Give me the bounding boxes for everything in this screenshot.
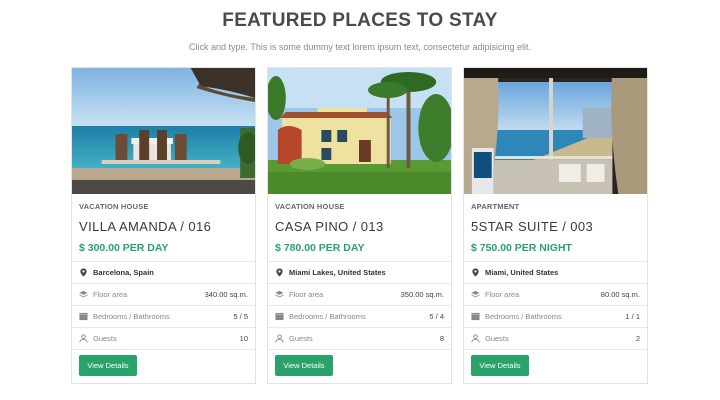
property-name[interactable]: VILLA AMANDA / 016	[72, 212, 255, 234]
guests-label: Guests	[289, 334, 313, 343]
guests-value: 8	[439, 334, 444, 343]
bedrooms-value: 1 / 1	[625, 312, 640, 321]
layers-icon	[79, 290, 88, 298]
map-pin-icon	[276, 268, 283, 277]
location-text: Barcelona, Spain	[93, 268, 154, 277]
suite-photo[interactable]	[464, 68, 647, 194]
page-subtitle: Click and type. This is some dummy text …	[189, 42, 531, 52]
page-title: FEATURED PLACES TO STAY	[222, 10, 498, 31]
property-price: $ 780.00 PER DAY	[275, 242, 365, 254]
listing-card: APARTMENT 5STAR SUITE / 003 $ 750.00 PER…	[463, 67, 648, 384]
property-name[interactable]: CASA PINO / 013	[268, 212, 451, 234]
floor-area-row: Floor area 350.00 sq.m.	[268, 284, 451, 306]
bedrooms-label: Bedrooms / Bathrooms	[485, 312, 562, 321]
floor-area-row: Floor area 340.00 sq.m.	[72, 284, 255, 306]
floor-area-value: 350.00 sq.m.	[400, 290, 444, 299]
view-details-button[interactable]: View Details	[471, 355, 529, 376]
listing-cards: VACATION HOUSE VILLA AMANDA / 016 $ 300.…	[71, 67, 648, 384]
guests-value: 2	[635, 334, 640, 343]
guests-row: Guests 10	[72, 328, 255, 350]
villa-photo[interactable]	[72, 68, 255, 194]
casa-photo[interactable]	[268, 68, 451, 194]
floor-area-label: Floor area	[289, 290, 324, 299]
bedrooms-value: 5 / 4	[429, 312, 444, 321]
bedrooms-value: 5 / 5	[233, 312, 248, 321]
property-details: Miami, United States Floor area 80.00 sq…	[464, 261, 647, 350]
guests-value: 10	[239, 334, 248, 343]
property-price: $ 300.00 PER DAY	[79, 242, 169, 254]
property-category: VACATION HOUSE	[275, 202, 345, 211]
bedrooms-row: Bedrooms / Bathrooms 1 / 1	[464, 306, 647, 328]
property-category: APARTMENT	[471, 202, 520, 211]
floor-area-label: Floor area	[93, 290, 128, 299]
guests-label: Guests	[93, 334, 117, 343]
bedrooms-label: Bedrooms / Bathrooms	[289, 312, 366, 321]
view-details-button[interactable]: View Details	[275, 355, 333, 376]
map-pin-icon	[472, 268, 479, 277]
view-details-button[interactable]: View Details	[79, 355, 137, 376]
property-name[interactable]: 5STAR SUITE / 003	[464, 212, 647, 234]
bed-icon	[275, 312, 284, 321]
location-row: Barcelona, Spain	[72, 262, 255, 284]
bedrooms-label: Bedrooms / Bathrooms	[93, 312, 170, 321]
location-row: Miami, United States	[464, 262, 647, 284]
floor-area-label: Floor area	[485, 290, 520, 299]
floor-area-row: Floor area 80.00 sq.m.	[464, 284, 647, 306]
user-icon	[471, 334, 480, 343]
location-text: Miami, United States	[485, 268, 559, 277]
user-icon	[275, 334, 284, 343]
bed-icon	[79, 312, 88, 321]
user-icon	[79, 334, 88, 343]
floor-area-value: 340.00 sq.m.	[204, 290, 248, 299]
location-text: Miami Lakes, United States	[289, 268, 386, 277]
guests-row: Guests 8	[268, 328, 451, 350]
section-header: FEATURED PLACES TO STAY Click and type. …	[0, 0, 720, 53]
property-details: Barcelona, Spain Floor area 340.00 sq.m.…	[72, 261, 255, 350]
bed-icon	[471, 312, 480, 321]
bedrooms-row: Bedrooms / Bathrooms 5 / 5	[72, 306, 255, 328]
guests-label: Guests	[485, 334, 509, 343]
property-details: Miami Lakes, United States Floor area 35…	[268, 261, 451, 350]
listing-card: VACATION HOUSE VILLA AMANDA / 016 $ 300.…	[71, 67, 256, 384]
listing-card: VACATION HOUSE CASA PINO / 013 $ 780.00 …	[267, 67, 452, 384]
layers-icon	[471, 290, 480, 298]
location-row: Miami Lakes, United States	[268, 262, 451, 284]
map-pin-icon	[80, 268, 87, 277]
property-price: $ 750.00 PER NIGHT	[471, 242, 572, 254]
layers-icon	[275, 290, 284, 298]
property-category: VACATION HOUSE	[79, 202, 149, 211]
guests-row: Guests 2	[464, 328, 647, 350]
bedrooms-row: Bedrooms / Bathrooms 5 / 4	[268, 306, 451, 328]
floor-area-value: 80.00 sq.m.	[600, 290, 640, 299]
